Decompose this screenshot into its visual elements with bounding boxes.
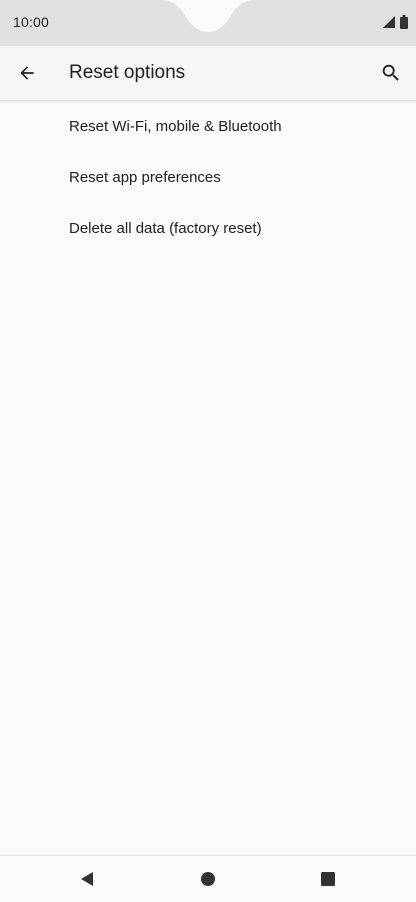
page-title: Reset options bbox=[69, 62, 186, 83]
status-icons bbox=[382, 15, 408, 29]
reset-options-list: Reset Wi-Fi, mobile & Bluetooth Reset ap… bbox=[0, 101, 416, 254]
back-triangle-icon bbox=[81, 872, 93, 886]
option-label: Delete all data (factory reset) bbox=[69, 220, 262, 237]
display-notch bbox=[0, 0, 416, 46]
signal-icon bbox=[383, 16, 395, 28]
recents-square-icon bbox=[321, 872, 335, 886]
status-bar: 10:00 bbox=[0, 0, 416, 46]
navigation-bar bbox=[0, 855, 416, 902]
nav-home-button[interactable] bbox=[197, 868, 219, 890]
status-time: 10:00 bbox=[13, 14, 50, 30]
app-bar: Reset options bbox=[0, 46, 416, 101]
search-button[interactable] bbox=[378, 60, 404, 86]
option-label: Reset app preferences bbox=[69, 169, 221, 186]
option-reset-network[interactable]: Reset Wi-Fi, mobile & Bluetooth bbox=[0, 101, 416, 152]
option-reset-app-preferences[interactable]: Reset app preferences bbox=[0, 152, 416, 203]
option-label: Reset Wi-Fi, mobile & Bluetooth bbox=[69, 118, 282, 135]
nav-back-button[interactable] bbox=[76, 868, 98, 890]
battery-icon bbox=[400, 15, 408, 29]
nav-recents-button[interactable] bbox=[317, 868, 339, 890]
arrow-back-icon bbox=[20, 66, 34, 80]
home-circle-icon bbox=[201, 872, 215, 886]
back-button[interactable] bbox=[14, 60, 40, 86]
search-icon bbox=[382, 64, 399, 81]
option-factory-reset[interactable]: Delete all data (factory reset) bbox=[0, 203, 416, 254]
